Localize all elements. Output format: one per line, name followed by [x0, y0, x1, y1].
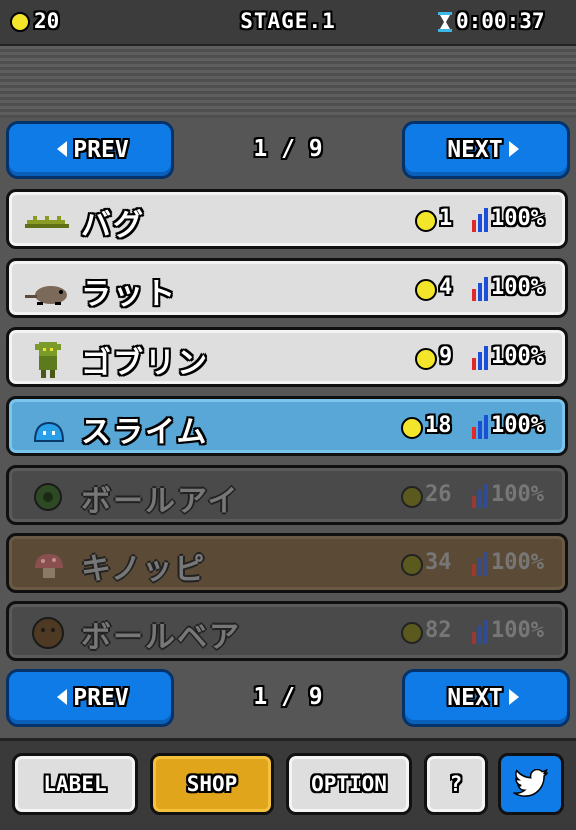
- monster-row-rat[interactable]: ラット 4 100%: [6, 258, 568, 318]
- arrow-left-icon: [57, 688, 68, 705]
- slime-icon: [33, 421, 65, 442]
- monster-row-ball-eye[interactable]: ボールアイ 26 100%: [6, 465, 568, 525]
- bar-chart-icon: [472, 208, 488, 232]
- page-indicator-top: 1 / 9: [253, 136, 323, 162]
- monster-percent: 100%: [491, 550, 544, 575]
- twitter-bird-icon: [511, 768, 549, 797]
- mushroom-icon: [35, 554, 63, 578]
- bar-chart-icon: [472, 620, 488, 644]
- hourglass-icon: [438, 12, 452, 32]
- help-tab[interactable]: ?: [424, 753, 488, 815]
- elapsed-timer: 0:00:37: [456, 9, 545, 33]
- coin-icon: [401, 417, 423, 439]
- bug-icon: [25, 216, 69, 228]
- option-tab[interactable]: OPTION: [286, 753, 412, 815]
- monster-row-kinoppi[interactable]: キノッピ 34 100%: [6, 533, 568, 593]
- goblin-icon: [35, 342, 61, 378]
- monster-percent: 100%: [491, 206, 544, 231]
- ball-bear-icon: [32, 617, 64, 649]
- monster-price: 34: [425, 550, 452, 575]
- arrow-right-icon: [508, 688, 519, 705]
- monster-name: スライム: [81, 415, 209, 450]
- bar-chart-icon: [472, 277, 488, 301]
- coin-icon: [415, 210, 437, 232]
- bar-chart-icon: [472, 346, 488, 370]
- shop-tab[interactable]: SHOP: [150, 753, 274, 815]
- page-indicator-bottom: 1 / 9: [253, 684, 323, 710]
- monster-price: 4: [439, 275, 453, 300]
- monster-price: 26: [425, 482, 452, 507]
- monster-percent: 100%: [491, 344, 544, 369]
- top-status-bar: 20 STAGE.1 0:00:37: [0, 0, 576, 46]
- next-label: NEXT: [447, 137, 503, 163]
- coin-icon: [415, 279, 437, 301]
- monster-percent: 100%: [491, 482, 544, 507]
- prev-page-button-bottom[interactable]: PREV: [6, 669, 174, 727]
- monster-name: ゴブリン: [81, 346, 209, 381]
- twitter-button[interactable]: [498, 753, 564, 815]
- bar-chart-icon: [472, 415, 488, 439]
- monster-name: ラット: [81, 277, 177, 312]
- monster-price: 82: [425, 618, 452, 643]
- coin-icon: [401, 486, 423, 508]
- prev-label: PREV: [73, 137, 129, 163]
- next-label: NEXT: [447, 685, 503, 711]
- ball-eye-icon: [34, 483, 62, 511]
- monster-name: ボールベア: [81, 620, 241, 655]
- monster-percent: 100%: [491, 618, 544, 643]
- monster-row-slime[interactable]: スライム 18 100%: [6, 396, 568, 456]
- arrow-right-icon: [508, 140, 519, 157]
- coin-icon: [415, 348, 437, 370]
- monster-percent: 100%: [491, 275, 544, 300]
- next-page-button-bottom[interactable]: NEXT: [402, 669, 570, 727]
- coin-icon: [401, 622, 423, 644]
- next-page-button-top[interactable]: NEXT: [402, 121, 570, 179]
- monster-price: 9: [439, 344, 453, 369]
- monster-row-bug[interactable]: バグ 1 100%: [6, 189, 568, 249]
- bar-chart-icon: [472, 484, 488, 508]
- header-stripes: [0, 46, 576, 118]
- rat-icon: [25, 286, 67, 305]
- monster-percent: 100%: [491, 413, 544, 438]
- label-tab[interactable]: LABEL: [12, 753, 138, 815]
- monster-name: キノッピ: [81, 552, 207, 587]
- monster-price: 1: [439, 206, 453, 231]
- coin-icon: [401, 554, 423, 576]
- monster-price: 18: [425, 413, 452, 438]
- bar-chart-icon: [472, 552, 488, 576]
- monster-row-goblin[interactable]: ゴブリン 9 100%: [6, 327, 568, 387]
- arrow-left-icon: [57, 140, 68, 157]
- monster-name: バグ: [81, 208, 145, 243]
- monster-row-ball-bear[interactable]: ボールベア 82 100%: [6, 601, 568, 661]
- bottom-tab-bar: LABEL SHOP OPTION ?: [0, 738, 576, 830]
- monster-name: ボールアイ: [81, 484, 240, 519]
- prev-label: PREV: [73, 685, 129, 711]
- prev-page-button-top[interactable]: PREV: [6, 121, 174, 179]
